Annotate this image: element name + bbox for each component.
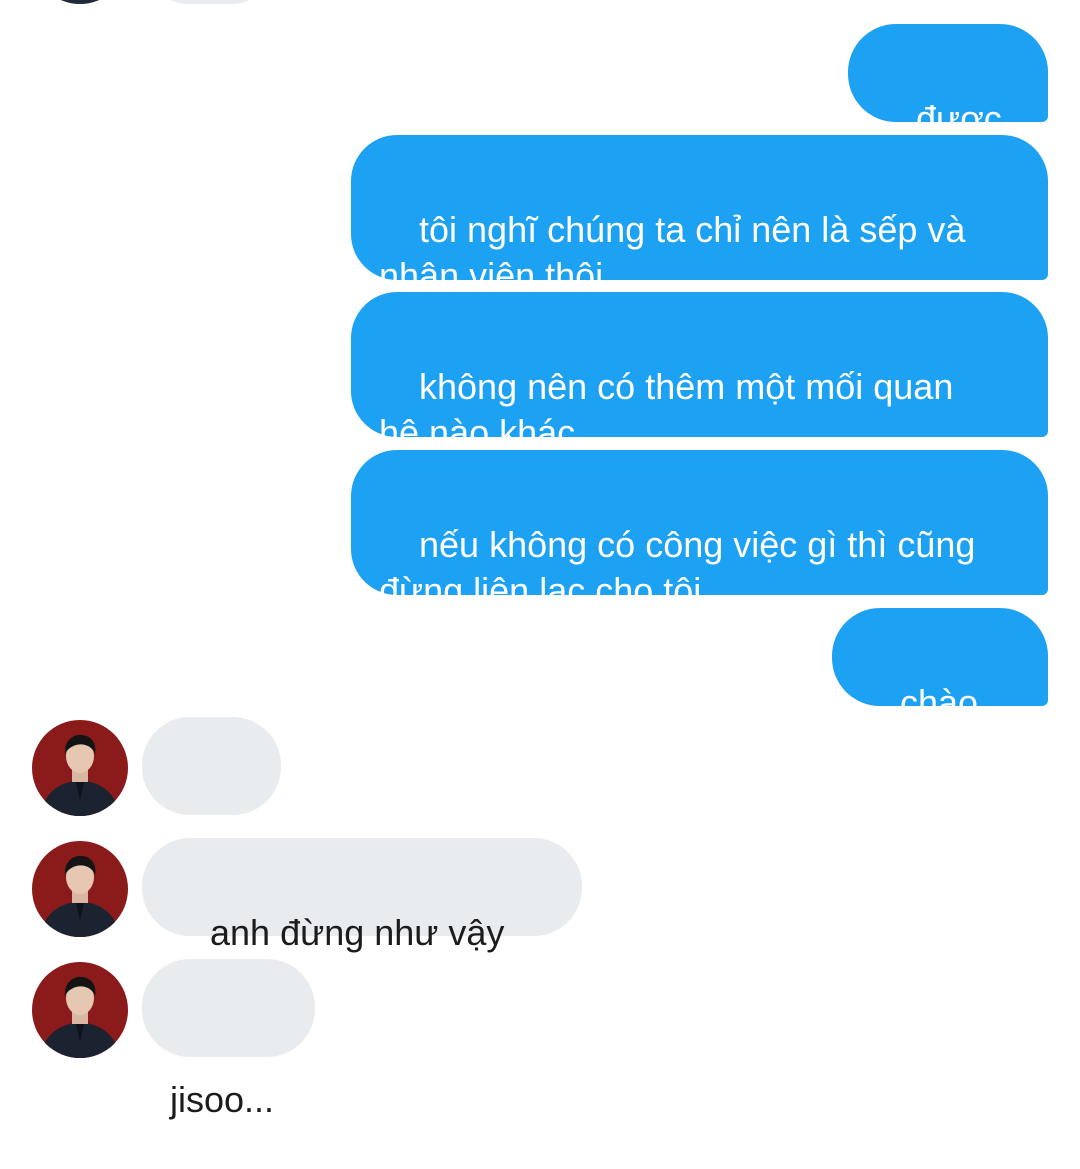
message-text: chào sếp — [860, 682, 989, 769]
avatar-photo-icon — [32, 720, 128, 816]
contact-avatar[interactable] — [32, 962, 128, 1058]
outgoing-message-bubble[interactable]: không nên có thêm một mối quan hệ nào kh… — [351, 292, 1048, 453]
message-text: jisoo... — [170, 1079, 275, 1120]
message-text: không nên có thêm một mối quan hệ nào kh… — [379, 366, 964, 453]
incoming-message-bubble[interactable] — [142, 0, 278, 4]
message-text: tôi nghĩ chúng ta chỉ nên là sếp và nhân… — [379, 209, 976, 296]
contact-avatar[interactable] — [32, 841, 128, 937]
outgoing-message-bubble[interactable]: được rồi — [848, 24, 1048, 185]
incoming-message-bubble[interactable]: anh đừng như vậy mà — [142, 838, 582, 999]
contact-avatar[interactable] — [32, 0, 128, 4]
message-thread: được rồi tôi nghĩ chúng ta chỉ nên là sế… — [0, 0, 1080, 1120]
message-text: nếu không có công việc gì thì cũng đừng … — [379, 524, 986, 611]
avatar-photo-icon — [32, 962, 128, 1058]
incoming-message-bubble[interactable]: jisoo... — [142, 959, 315, 1120]
outgoing-message-bubble[interactable]: tôi nghĩ chúng ta chỉ nên là sếp và nhân… — [351, 135, 1048, 296]
outgoing-message-bubble[interactable]: nếu không có công việc gì thì cũng đừng … — [351, 450, 1048, 611]
incoming-message-bubble[interactable]: jisoo — [142, 717, 281, 878]
contact-avatar[interactable] — [32, 720, 128, 816]
outgoing-message-bubble[interactable]: chào sếp — [832, 608, 1048, 769]
avatar-photo-icon — [32, 841, 128, 937]
